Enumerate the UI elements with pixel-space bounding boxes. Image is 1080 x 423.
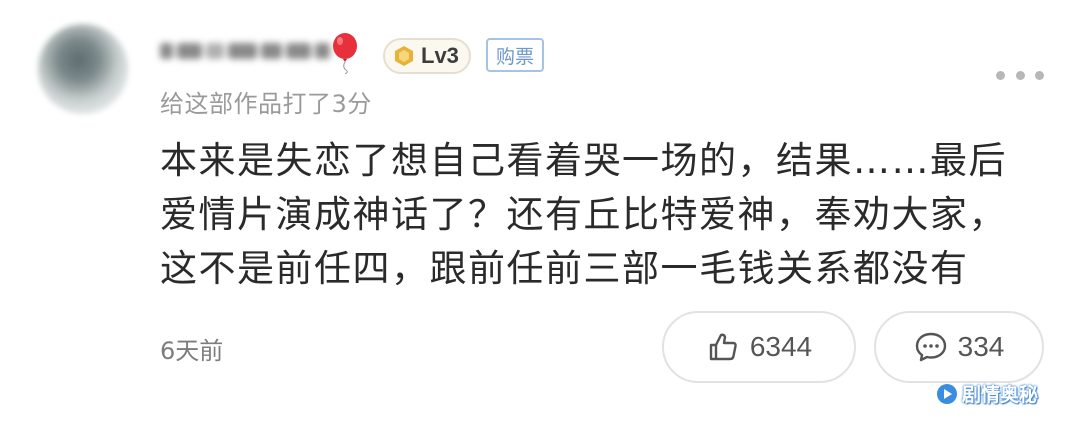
like-button[interactable]: 6344	[662, 311, 856, 383]
comment-line: 爱情片演成神话了？还有丘比特爱神，奉劝大家，	[160, 193, 1007, 236]
level-badge: Lv3	[383, 38, 471, 74]
bought-ticket-tag: 购票	[486, 38, 545, 72]
watermark-text: 剧情奥秘	[962, 384, 1039, 406]
post-time: 6天前	[160, 337, 224, 365]
comment-body: 本来是失恋了想自己看着哭一场的，结果……最后 爱情片演成神话了？还有丘比特爱神，…	[160, 134, 1040, 296]
like-count: 6344	[749, 331, 813, 362]
watermark-logo-icon	[937, 383, 957, 404]
comment-line: 这不是前任四，跟前任前三部一毛钱关系都没有	[160, 247, 969, 290]
more-icon[interactable]	[996, 68, 1044, 82]
comment-bubble-icon	[915, 332, 946, 362]
avatar[interactable]	[38, 24, 128, 114]
reply-button[interactable]: 334	[874, 311, 1044, 383]
rating-text: 给这部作品打了3分	[160, 90, 372, 118]
watermark: 剧情奥秘	[936, 380, 1038, 407]
level-hex-icon	[395, 46, 413, 66]
comment-line: 本来是失恋了想自己看着哭一场的，结果……最后	[160, 139, 1007, 182]
reply-count: 334	[957, 331, 1005, 362]
thumb-up-icon	[709, 333, 737, 361]
username-blurred[interactable]	[160, 36, 330, 66]
comment-card: Lv3 购票 给这部作品打了3分 本来是失恋了想自己看着哭一场的，结果……最后 …	[0, 0, 1080, 423]
level-label: Lv3	[421, 43, 459, 68]
balloon-icon	[333, 33, 357, 74]
